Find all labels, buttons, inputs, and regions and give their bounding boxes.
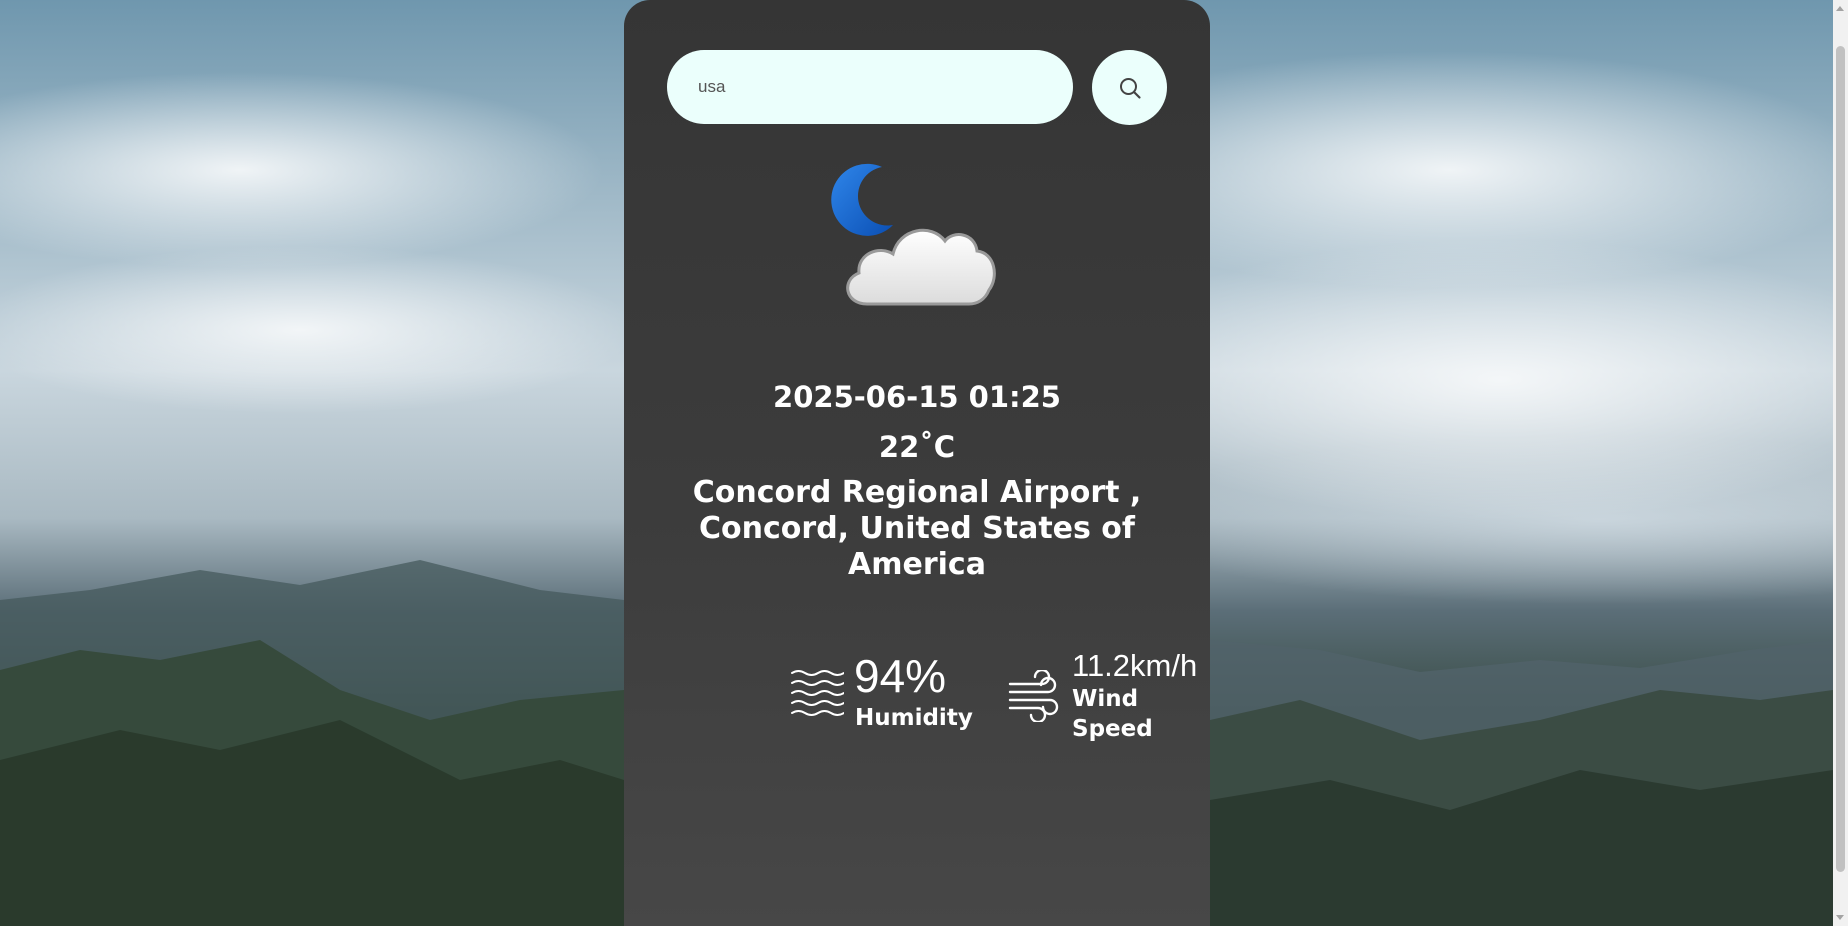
scroll-down-arrow-icon[interactable] bbox=[1836, 915, 1844, 920]
search-input[interactable] bbox=[667, 50, 1073, 124]
location-name: Concord Regional Airport , Concord, Unit… bbox=[692, 475, 1142, 582]
cloud-moon-icon bbox=[831, 163, 996, 306]
wind-speed-label: Wind Speed bbox=[1072, 686, 1153, 742]
scroll-up-arrow-icon[interactable] bbox=[1836, 6, 1844, 11]
scrollbar-thumb[interactable] bbox=[1836, 46, 1845, 872]
current-temperature: 22˚C bbox=[878, 430, 956, 464]
wind-speed-value: 11.2km/h bbox=[1072, 648, 1198, 683]
page-scrollbar[interactable] bbox=[1833, 0, 1848, 926]
search-button[interactable] bbox=[1092, 50, 1167, 125]
humidity-value: 94% bbox=[854, 650, 947, 702]
humidity-icon bbox=[791, 670, 844, 716]
wind-icon bbox=[1008, 670, 1059, 722]
search-icon bbox=[1119, 77, 1141, 99]
weather-card: 2025-06-15 01:25 22˚C Concord Regional A… bbox=[624, 0, 1210, 926]
humidity-label: Humidity bbox=[855, 705, 973, 731]
current-datetime: 2025-06-15 01:25 bbox=[773, 380, 1061, 414]
